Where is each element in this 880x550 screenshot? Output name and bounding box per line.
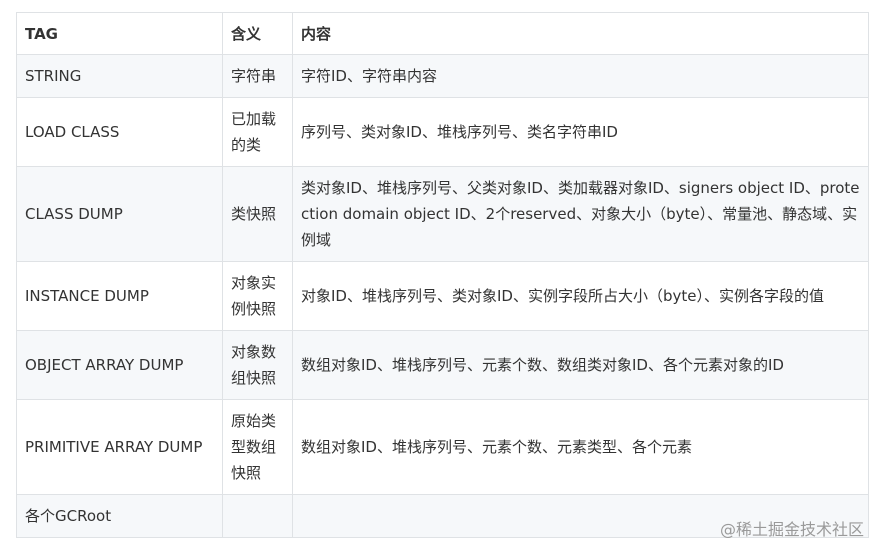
table-row: PRIMITIVE ARRAY DUMP 原始类型数组快照 数组对象ID、堆栈序… [16,399,869,495]
table-row: LOAD CLASS 已加载的类 序列号、类对象ID、堆栈序列号、类名字符串ID [16,97,869,167]
meaning-cell: 对象数组快照 [222,330,293,400]
meaning-cell: 原始类型数组快照 [222,399,293,495]
table-header-row: TAG 含义 内容 [16,12,869,55]
content-cell: 对象ID、堆栈序列号、类对象ID、实例字段所占大小（byte）、实例各字段的值 [292,261,869,331]
meaning-cell: 字符串 [222,54,293,98]
meaning-cell: 类快照 [222,166,293,262]
content-cell: 类对象ID、堆栈序列号、父类对象ID、类加载器对象ID、signers obje… [292,166,869,262]
header-content: 内容 [292,12,869,55]
content-cell: 序列号、类对象ID、堆栈序列号、类名字符串ID [292,97,869,167]
table-row: INSTANCE DUMP 对象实例快照 对象ID、堆栈序列号、类对象ID、实例… [16,261,869,331]
header-meaning: 含义 [222,12,293,55]
watermark: @稀土掘金技术社区 [719,520,864,539]
meaning-cell: 对象实例快照 [222,261,293,331]
table-row: CLASS DUMP 类快照 类对象ID、堆栈序列号、父类对象ID、类加载器对象… [16,166,869,262]
tag-cell: CLASS DUMP [16,166,223,262]
tag-cell: 各个GCRoot [16,494,223,538]
tag-cell: STRING [16,54,223,98]
tag-cell: LOAD CLASS [16,97,223,167]
tag-cell: INSTANCE DUMP [16,261,223,331]
table-row: OBJECT ARRAY DUMP 对象数组快照 数组对象ID、堆栈序列号、元素… [16,330,869,400]
hprof-tag-table: TAG 含义 内容 STRING 字符串 字符ID、字符串内容 LOAD CLA… [16,12,869,538]
content-cell: 数组对象ID、堆栈序列号、元素个数、数组类对象ID、各个元素对象的ID [292,330,869,400]
content-cell: 数组对象ID、堆栈序列号、元素个数、元素类型、各个元素 [292,399,869,495]
tag-cell: PRIMITIVE ARRAY DUMP [16,399,223,495]
tag-cell: OBJECT ARRAY DUMP [16,330,223,400]
table-row: STRING 字符串 字符ID、字符串内容 [16,54,869,98]
content-cell: 字符ID、字符串内容 [292,54,869,98]
meaning-cell [222,494,293,538]
header-tag: TAG [16,12,223,55]
meaning-cell: 已加载的类 [222,97,293,167]
